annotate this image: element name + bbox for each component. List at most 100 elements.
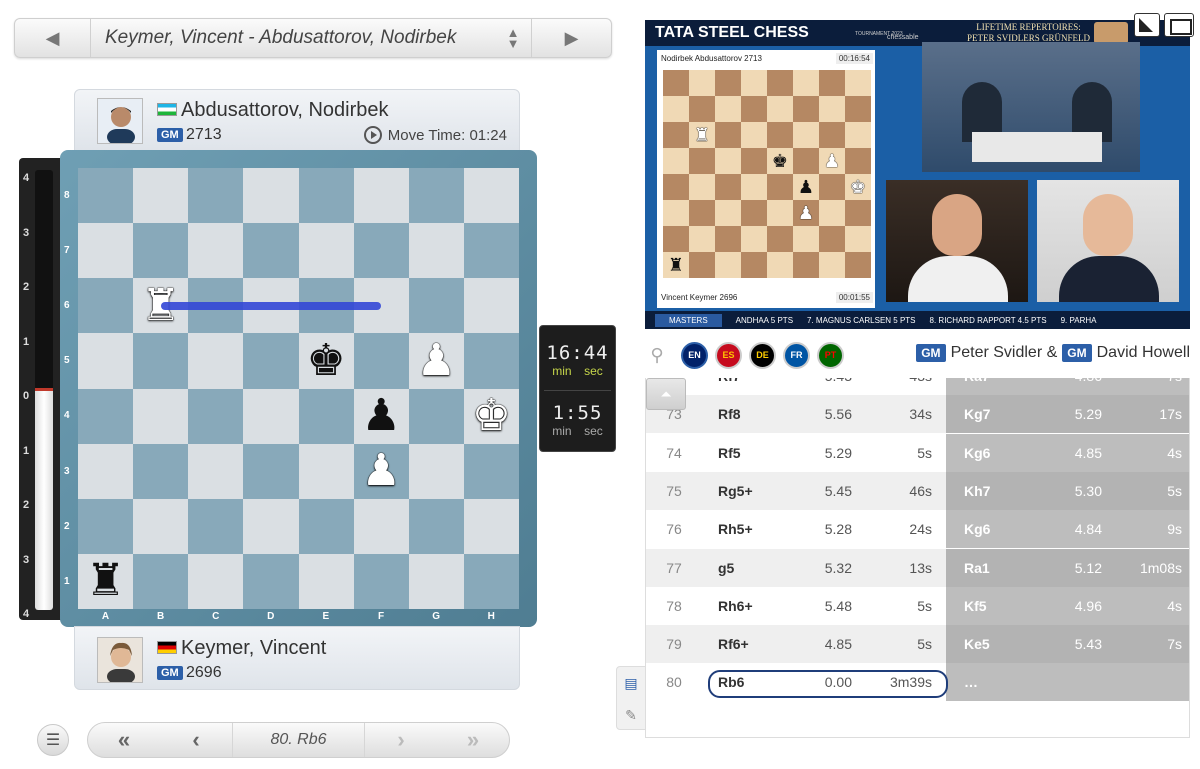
white-move-cell[interactable]: Rh6+ 5.48 5s — [702, 587, 946, 625]
white-move-cell[interactable]: Rf6+ 4.85 5s — [702, 625, 946, 664]
previous-game-button[interactable]: ◀ — [15, 19, 91, 57]
square-a8[interactable] — [78, 168, 134, 224]
square-h7[interactable] — [463, 223, 519, 279]
broadcast-antenna-icon[interactable]: ⚲ — [645, 343, 669, 367]
square-c7[interactable] — [188, 223, 244, 279]
square-d8[interactable] — [243, 168, 299, 224]
square-h3[interactable] — [463, 443, 519, 499]
move-row[interactable]: 73 Rf8 5.56 34s Kg7 5.29 17s — [646, 395, 1189, 434]
square-b2[interactable] — [133, 498, 189, 554]
white-piece[interactable]: ♚ — [472, 394, 511, 438]
square-a6[interactable] — [78, 278, 134, 334]
square-c4[interactable] — [188, 388, 244, 444]
square-f8[interactable] — [353, 168, 409, 224]
video-player[interactable]: TATA STEEL CHESS TOURNAMENT 2023 chessab… — [645, 20, 1190, 329]
square-g8[interactable] — [408, 168, 464, 224]
square-c5[interactable] — [188, 333, 244, 389]
square-h6[interactable] — [463, 278, 519, 334]
square-e1[interactable] — [298, 553, 354, 609]
language-de-button[interactable]: DE — [749, 341, 776, 369]
square-f3[interactable]: ♟ — [353, 443, 409, 499]
white-move-cell[interactable]: g5 5.32 13s — [702, 548, 946, 587]
square-e7[interactable] — [298, 223, 354, 279]
white-move-cell[interactable]: Rf5 5.29 5s — [702, 434, 946, 472]
menu-button[interactable]: ☰ — [37, 724, 69, 756]
square-b8[interactable] — [133, 168, 189, 224]
square-b1[interactable] — [133, 553, 189, 609]
chat-icon[interactable]: ✎ — [617, 699, 645, 731]
square-d2[interactable] — [243, 498, 299, 554]
square-g7[interactable] — [408, 223, 464, 279]
white-move-cell[interactable]: Rb6 0.00 3m39s — [702, 663, 948, 701]
black-move-cell[interactable]: Kf5 4.96 4s — [946, 586, 1189, 625]
square-d1[interactable] — [243, 553, 299, 609]
square-a4[interactable] — [78, 388, 134, 444]
square-g2[interactable] — [408, 498, 464, 554]
move-row[interactable]: 75 Rg5+ 5.45 46s Kh7 5.30 5s — [646, 471, 1189, 510]
language-pt-button[interactable]: PT — [817, 341, 844, 369]
move-row[interactable]: 79 Rf6+ 4.85 5s Ke5 5.43 7s — [646, 625, 1189, 664]
square-a1[interactable]: ♜ — [78, 553, 134, 609]
white-move-cell[interactable]: Rh5+ 5.28 24s — [702, 510, 946, 548]
black-piece[interactable]: ♚ — [306, 338, 345, 383]
game-dropdown-icon[interactable]: ▲ ▼ — [495, 26, 531, 50]
square-g3[interactable] — [408, 443, 464, 499]
square-e2[interactable] — [298, 498, 354, 554]
square-b4[interactable] — [133, 388, 189, 444]
black-move-cell[interactable]: Kg7 5.29 17s — [946, 395, 1189, 434]
popout-video-button[interactable] — [1134, 13, 1160, 37]
square-a2[interactable] — [78, 498, 134, 554]
move-row[interactable]: Rf75.4343sRa74.867s — [646, 378, 1189, 395]
first-move-button[interactable]: « — [88, 723, 160, 757]
move-row[interactable]: 78 Rh6+ 5.48 5s Kf5 4.96 4s — [646, 586, 1189, 625]
square-b5[interactable] — [133, 333, 189, 389]
square-f5[interactable] — [353, 333, 409, 389]
square-d7[interactable] — [243, 223, 299, 279]
black-move-cell[interactable]: … — [946, 663, 1189, 702]
square-a5[interactable] — [78, 333, 134, 389]
black-move-cell[interactable]: Kg6 4.85 4s — [946, 433, 1189, 472]
language-en-button[interactable]: EN — [681, 341, 708, 369]
move-row[interactable]: 74 Rf5 5.29 5s Kg6 4.85 4s — [646, 433, 1189, 472]
square-b7[interactable] — [133, 223, 189, 279]
next-move-button[interactable]: › — [365, 723, 437, 757]
square-h4[interactable]: ♚ — [463, 388, 519, 444]
game-selector[interactable]: ◀ Keymer, Vincent - Abdusattorov, Nodirb… — [14, 18, 612, 58]
scroll-up-button[interactable]: ⏶ — [646, 378, 686, 410]
square-c1[interactable] — [188, 553, 244, 609]
square-h2[interactable] — [463, 498, 519, 554]
black-move-cell[interactable]: Ra1 5.12 1m08s — [946, 548, 1189, 587]
white-move-cell[interactable]: Rf75.4343s — [702, 378, 946, 395]
game-title[interactable]: Keymer, Vincent - Abdusattorov, Nodirbek — [91, 27, 495, 49]
square-g6[interactable] — [408, 278, 464, 334]
black-piece[interactable]: ♜ — [86, 559, 125, 603]
square-e8[interactable] — [298, 168, 354, 224]
black-move-cell[interactable]: Ra74.867s — [946, 378, 1189, 395]
next-game-button[interactable]: ▶ — [531, 19, 611, 57]
fullscreen-video-button[interactable] — [1164, 13, 1194, 37]
square-h5[interactable] — [463, 333, 519, 389]
square-b3[interactable] — [133, 443, 189, 499]
square-h8[interactable] — [463, 168, 519, 224]
square-f1[interactable] — [353, 553, 409, 609]
language-fr-button[interactable]: FR — [783, 341, 810, 369]
black-move-cell[interactable]: Ke5 5.43 7s — [946, 625, 1189, 664]
chess-board[interactable]: ♜ ♚ ♟ ♟ ♚ ♟ ♜ — [78, 168, 519, 609]
move-list[interactable]: ⏶ Rf75.4343sRa74.867s73Rf85.5634sKg75.29… — [645, 378, 1190, 738]
white-move-cell[interactable]: Rg5+ 5.45 46s — [702, 471, 946, 510]
square-c8[interactable] — [188, 168, 244, 224]
square-e4[interactable] — [298, 388, 354, 444]
square-h1[interactable] — [463, 553, 519, 609]
black-move-cell[interactable]: Kg6 4.84 9s — [946, 510, 1189, 549]
last-move-button[interactable]: » — [437, 723, 509, 757]
square-f7[interactable] — [353, 223, 409, 279]
move-row[interactable]: 76 Rh5+ 5.28 24s Kg6 4.84 9s — [646, 510, 1189, 549]
white-move-cell[interactable]: Rf8 5.56 34s — [702, 395, 946, 434]
square-d4[interactable] — [243, 388, 299, 444]
language-es-button[interactable]: ES — [715, 341, 742, 369]
previous-move-button[interactable]: ‹ — [160, 723, 232, 757]
notation-view-icon[interactable]: ▤ — [617, 667, 645, 699]
black-piece[interactable]: ♟ — [361, 394, 400, 438]
square-e5[interactable]: ♚ — [298, 333, 354, 389]
white-piece[interactable]: ♟ — [417, 338, 456, 383]
